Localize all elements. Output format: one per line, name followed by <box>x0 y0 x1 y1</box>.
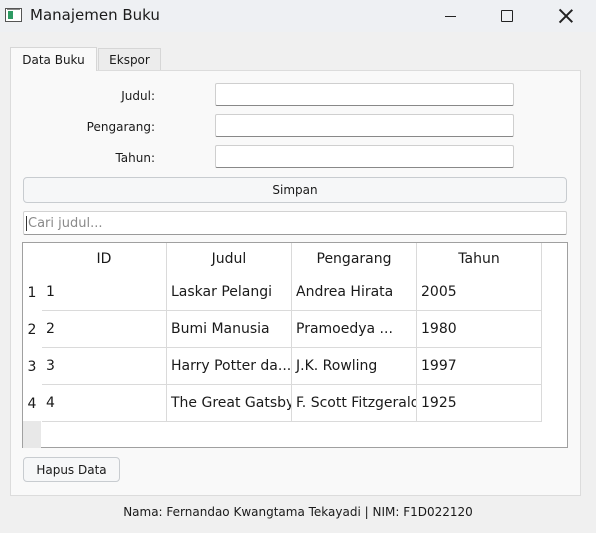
table-cell[interactable]: 1997 <box>417 348 542 385</box>
row-header[interactable]: 2 <box>23 311 41 348</box>
maximize-icon <box>501 10 513 22</box>
table-cell[interactable]: Andrea Hirata <box>292 274 417 311</box>
search-placeholder: Cari judul... <box>28 215 103 231</box>
maximize-button[interactable] <box>484 0 530 32</box>
close-button[interactable] <box>543 0 589 32</box>
table-cell[interactable]: 2005 <box>417 274 542 311</box>
row-header[interactable]: 3 <box>23 348 41 385</box>
table-cell[interactable]: 1 <box>42 274 167 311</box>
table-cell[interactable]: 3 <box>42 348 167 385</box>
table-cell[interactable]: Bumi Manusia <box>167 311 292 348</box>
tahun-label: Tahun: <box>115 151 155 165</box>
book-table[interactable]: ID Judul Pengarang Tahun 1 1 Laskar Pela… <box>22 242 568 448</box>
footer-text: Nama: Fernandao Kwangtama Tekayadi | NIM… <box>123 505 473 519</box>
judul-label: Judul: <box>121 89 155 103</box>
delete-button[interactable]: Hapus Data <box>23 457 120 482</box>
row-header[interactable]: 1 <box>23 274 41 311</box>
tab-ekspor[interactable]: Ekspor <box>98 48 161 71</box>
table-cell[interactable]: 2 <box>42 311 167 348</box>
pengarang-input[interactable] <box>215 114 514 137</box>
table-cell[interactable]: F. Scott Fitzgerald <box>292 385 417 422</box>
table-cell[interactable]: Pramoedya ... <box>292 311 417 348</box>
save-button[interactable]: Simpan <box>23 177 567 203</box>
column-header-tahun[interactable]: Tahun <box>417 243 542 274</box>
table-cell[interactable]: 4 <box>42 385 167 422</box>
table-cell[interactable]: Laskar Pelangi <box>167 274 292 311</box>
table-cell[interactable]: 1925 <box>417 385 542 422</box>
tahun-input[interactable] <box>215 145 514 168</box>
app-icon <box>5 8 22 22</box>
minimize-icon <box>444 15 456 17</box>
judul-input[interactable] <box>215 83 514 106</box>
window-title: Manajemen Buku <box>30 6 160 24</box>
table-cell[interactable]: 1980 <box>417 311 542 348</box>
tab-data-buku[interactable]: Data Buku <box>10 47 97 71</box>
search-input[interactable]: Cari judul... <box>23 211 567 235</box>
table-cell[interactable]: Harry Potter da... <box>167 348 292 385</box>
minimize-button[interactable] <box>427 0 473 32</box>
table-cell[interactable]: The Great Gatsby <box>167 385 292 422</box>
title-bar: Manajemen Buku <box>0 0 596 32</box>
column-header-judul[interactable]: Judul <box>167 243 292 274</box>
pengarang-label: Pengarang: <box>86 120 155 134</box>
row-header-filler <box>23 421 41 448</box>
row-header[interactable]: 4 <box>23 385 41 422</box>
column-header-id[interactable]: ID <box>42 243 167 274</box>
close-icon <box>559 9 573 23</box>
table-cell[interactable]: J.K. Rowling <box>292 348 417 385</box>
column-header-pengarang[interactable]: Pengarang <box>292 243 417 274</box>
